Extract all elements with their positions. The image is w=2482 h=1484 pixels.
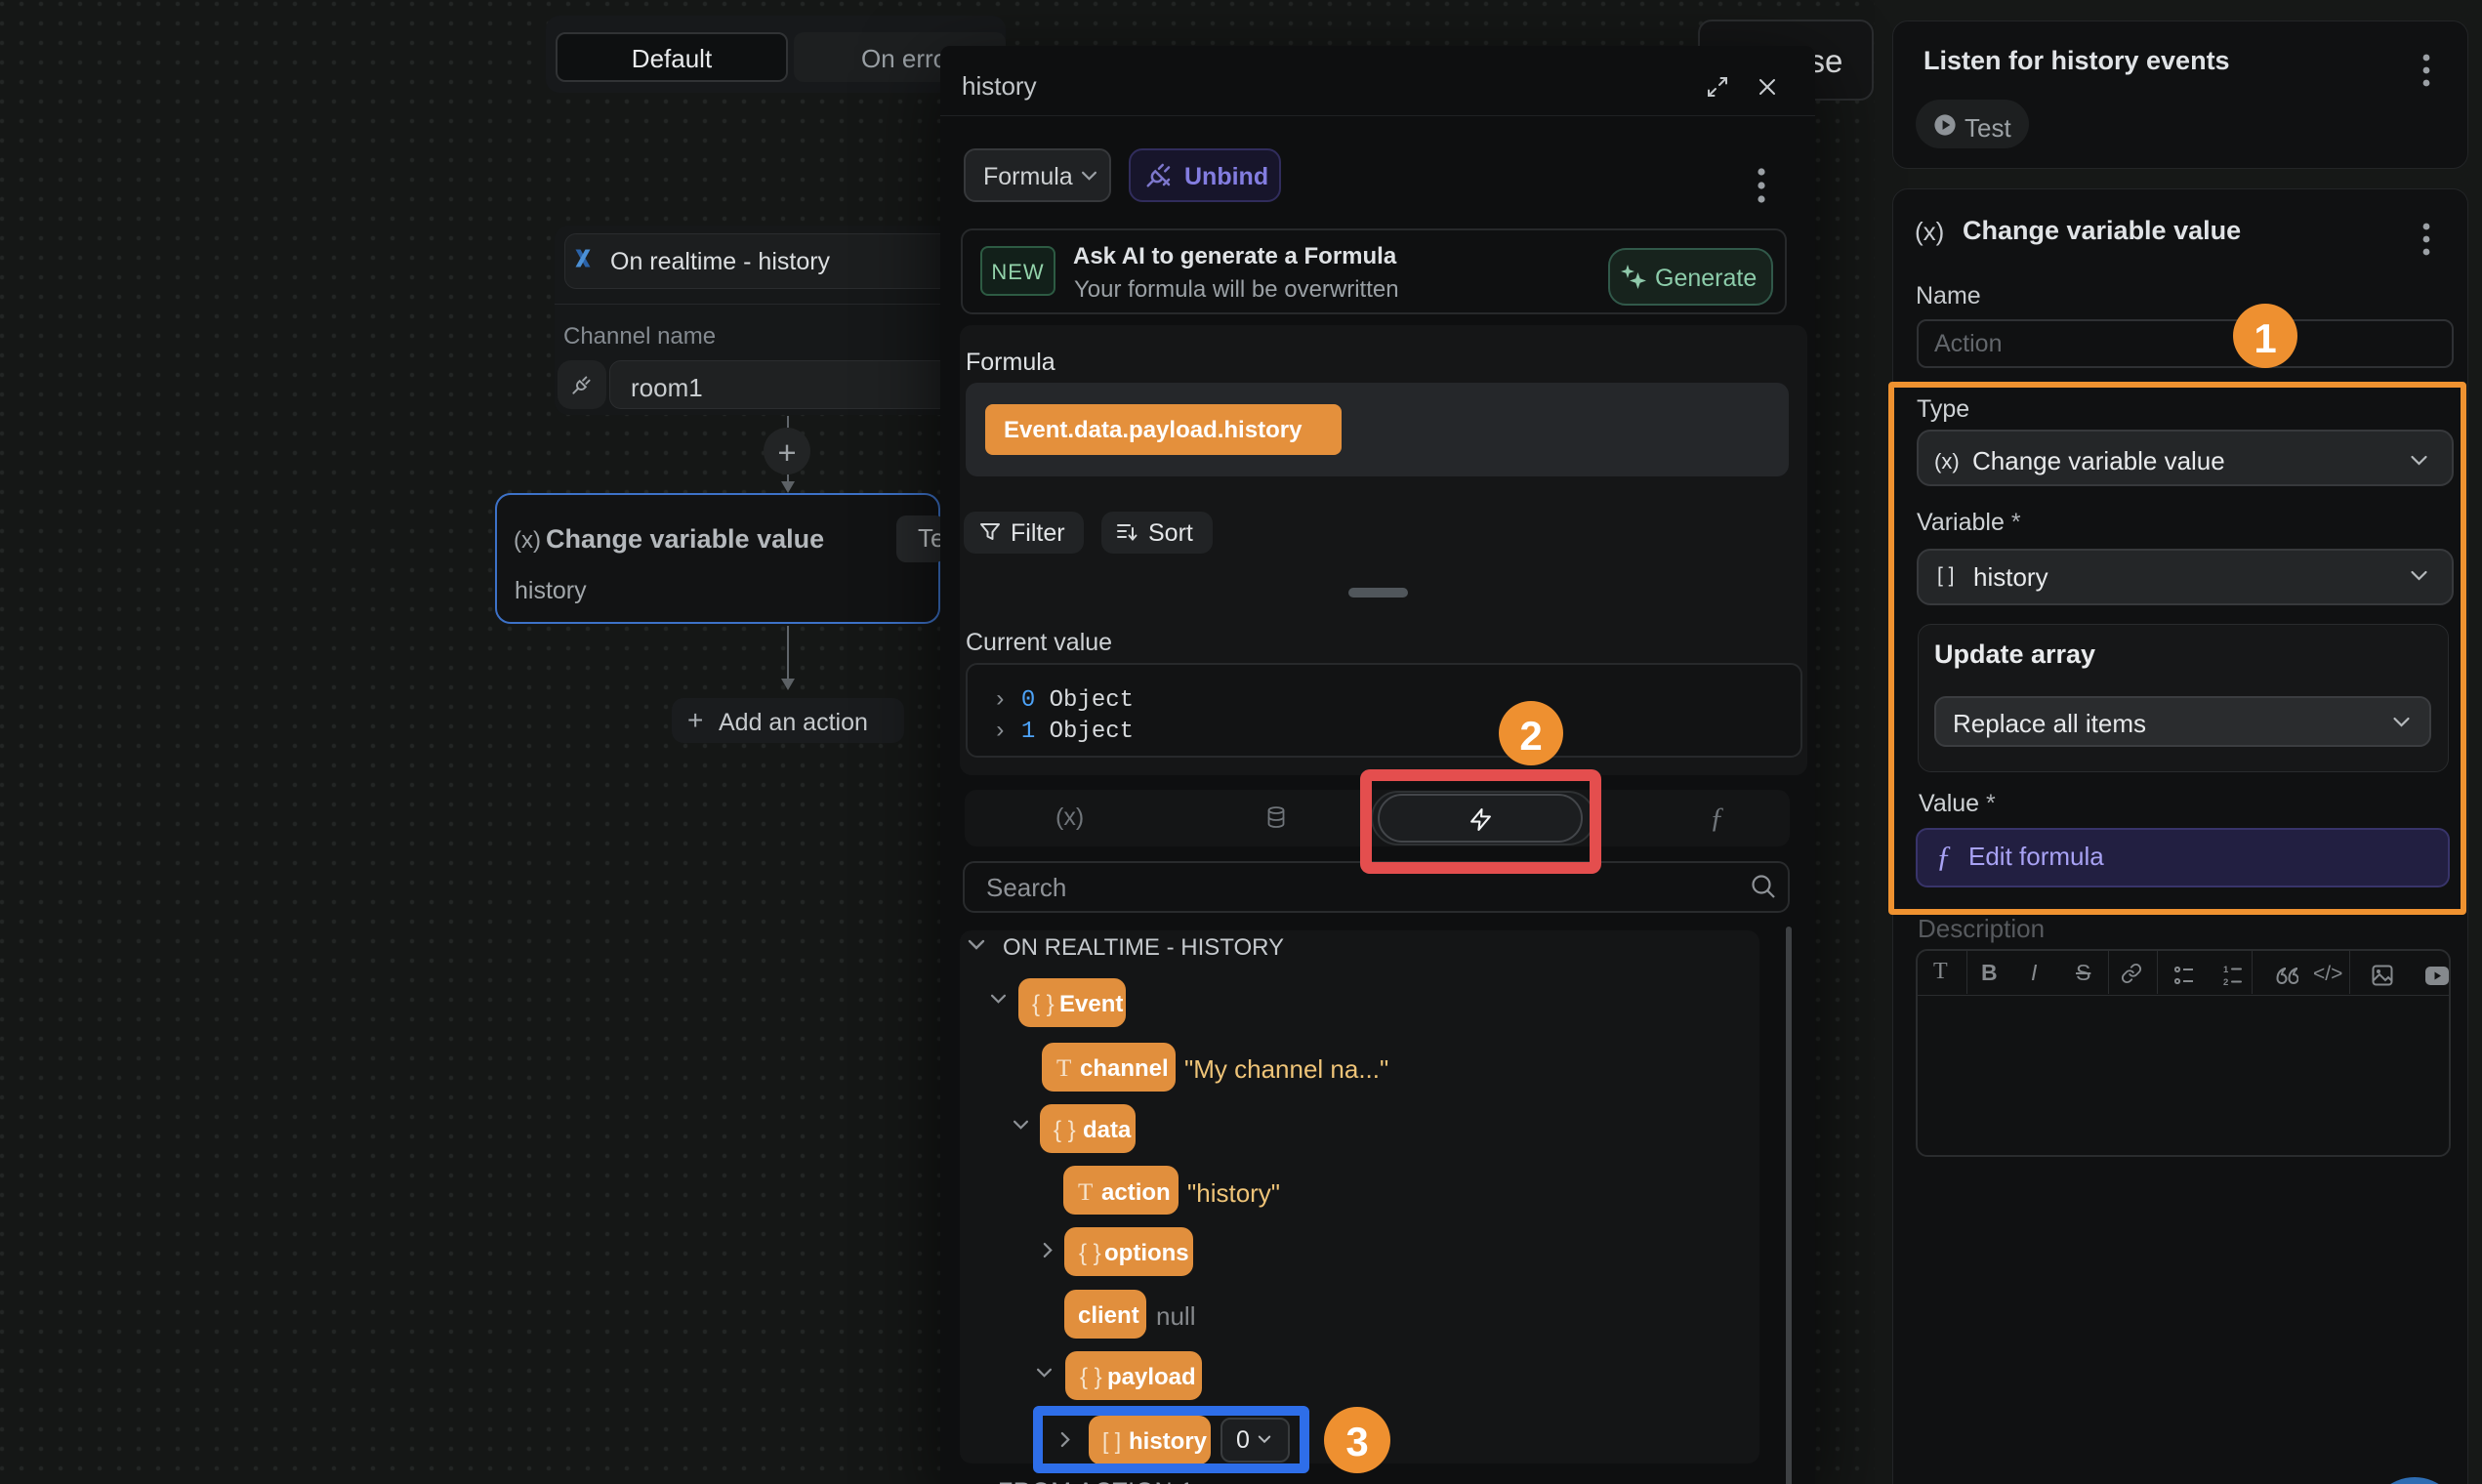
svg-text:1: 1 — [2223, 965, 2229, 975]
svg-text:2: 2 — [2223, 977, 2228, 987]
